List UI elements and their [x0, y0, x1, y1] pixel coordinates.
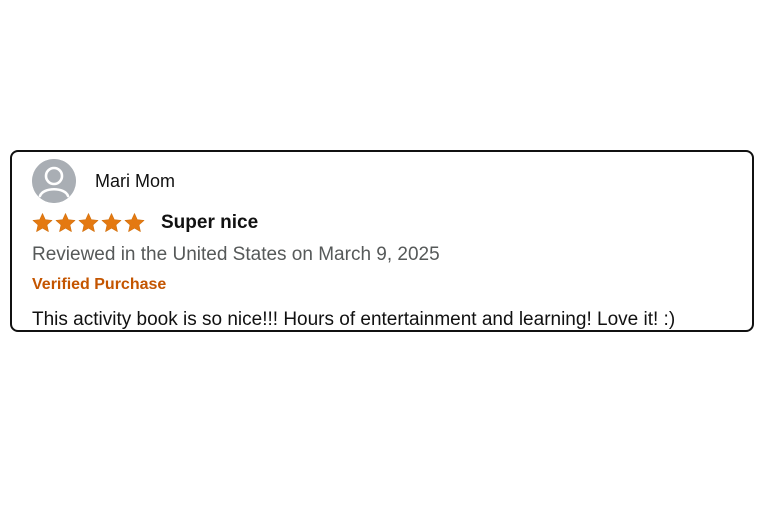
- user-avatar-icon[interactable]: [32, 159, 76, 203]
- star-icon: [101, 213, 122, 232]
- review-title[interactable]: Super nice: [161, 212, 258, 234]
- reviewer-profile[interactable]: Mari Mom: [32, 158, 175, 204]
- star-rating[interactable]: [31, 212, 146, 234]
- star-icon: [32, 213, 53, 232]
- rating-row: Super nice: [31, 209, 258, 237]
- review-card: Mari Mom Super nice Reviewed in the Unit…: [10, 150, 754, 332]
- star-icon: [124, 213, 145, 232]
- reviewer-name[interactable]: Mari Mom: [95, 171, 175, 192]
- review-date: Reviewed in the United States on March 9…: [32, 244, 440, 265]
- verified-purchase-badge: Verified Purchase: [32, 276, 167, 293]
- star-icon: [78, 213, 99, 232]
- review-body: This activity book is so nice!!! Hours o…: [32, 309, 676, 330]
- star-icon: [55, 213, 76, 232]
